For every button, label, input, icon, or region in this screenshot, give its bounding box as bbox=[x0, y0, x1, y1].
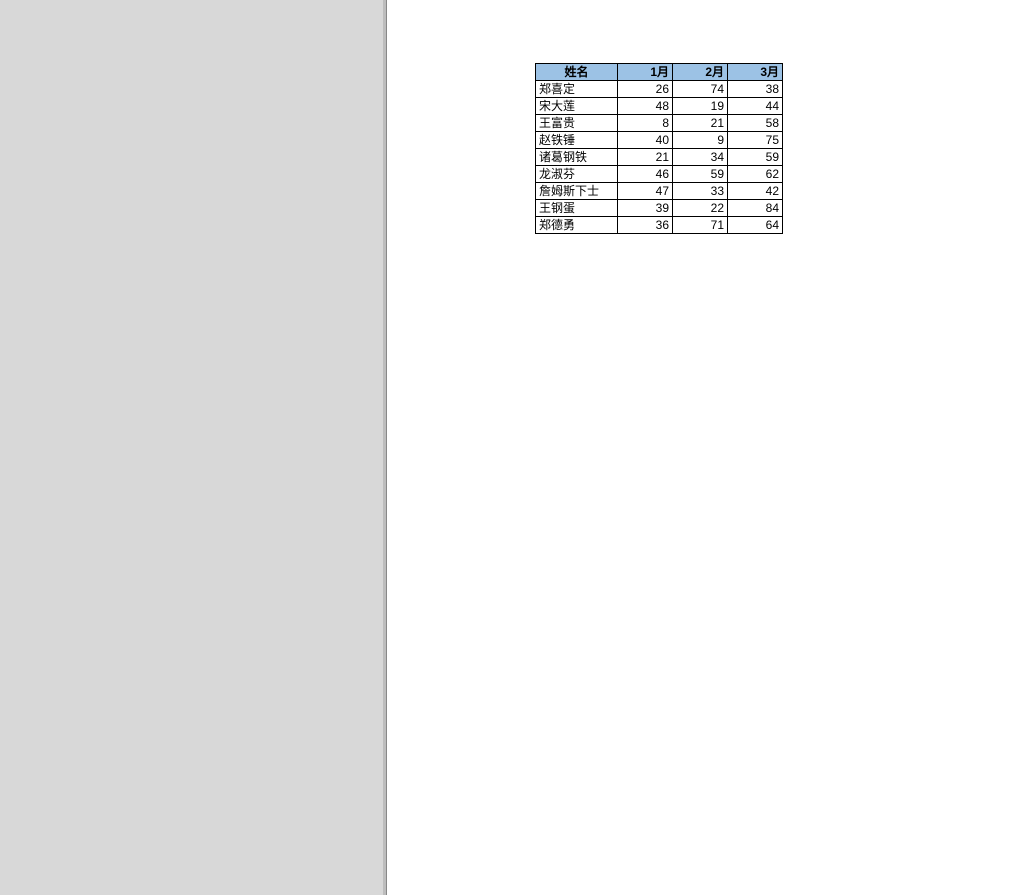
table-row: 郑德勇367164 bbox=[536, 217, 783, 234]
table-row: 詹姆斯下士473342 bbox=[536, 183, 783, 200]
cell-month-1: 39 bbox=[618, 200, 673, 217]
table-row: 王富贵82158 bbox=[536, 115, 783, 132]
cell-month-1: 26 bbox=[618, 81, 673, 98]
cell-name: 赵铁锤 bbox=[536, 132, 618, 149]
document-page: 姓名 1月 2月 3月 郑喜定267438宋大莲481944王富贵82158赵铁… bbox=[386, 0, 1021, 895]
cell-month-3: 38 bbox=[728, 81, 783, 98]
data-table-container: 姓名 1月 2月 3月 郑喜定267438宋大莲481944王富贵82158赵铁… bbox=[535, 63, 783, 234]
cell-month-3: 84 bbox=[728, 200, 783, 217]
cell-month-1: 47 bbox=[618, 183, 673, 200]
cell-month-1: 48 bbox=[618, 98, 673, 115]
data-table: 姓名 1月 2月 3月 郑喜定267438宋大莲481944王富贵82158赵铁… bbox=[535, 63, 783, 234]
cell-month-3: 64 bbox=[728, 217, 783, 234]
cell-month-3: 44 bbox=[728, 98, 783, 115]
cell-name: 龙淑芬 bbox=[536, 166, 618, 183]
cell-month-2: 74 bbox=[673, 81, 728, 98]
cell-month-2: 33 bbox=[673, 183, 728, 200]
table-row: 诸葛钢铁213459 bbox=[536, 149, 783, 166]
cell-month-2: 21 bbox=[673, 115, 728, 132]
cell-month-3: 58 bbox=[728, 115, 783, 132]
cell-month-1: 40 bbox=[618, 132, 673, 149]
table-row: 郑喜定267438 bbox=[536, 81, 783, 98]
header-name: 姓名 bbox=[536, 64, 618, 81]
cell-month-2: 59 bbox=[673, 166, 728, 183]
cell-month-1: 46 bbox=[618, 166, 673, 183]
cell-month-2: 19 bbox=[673, 98, 728, 115]
cell-month-1: 21 bbox=[618, 149, 673, 166]
cell-name: 王钢蛋 bbox=[536, 200, 618, 217]
cell-month-2: 22 bbox=[673, 200, 728, 217]
cell-month-1: 8 bbox=[618, 115, 673, 132]
cell-name: 郑德勇 bbox=[536, 217, 618, 234]
cell-month-2: 71 bbox=[673, 217, 728, 234]
table-row: 龙淑芬465962 bbox=[536, 166, 783, 183]
cell-month-3: 62 bbox=[728, 166, 783, 183]
cell-name: 王富贵 bbox=[536, 115, 618, 132]
header-month-2: 2月 bbox=[673, 64, 728, 81]
cell-month-3: 75 bbox=[728, 132, 783, 149]
cell-name: 詹姆斯下士 bbox=[536, 183, 618, 200]
cell-name: 诸葛钢铁 bbox=[536, 149, 618, 166]
table-row: 宋大莲481944 bbox=[536, 98, 783, 115]
table-row: 赵铁锤40975 bbox=[536, 132, 783, 149]
cell-month-3: 59 bbox=[728, 149, 783, 166]
cell-month-2: 34 bbox=[673, 149, 728, 166]
header-month-3: 3月 bbox=[728, 64, 783, 81]
cell-month-3: 42 bbox=[728, 183, 783, 200]
cell-month-1: 36 bbox=[618, 217, 673, 234]
table-row: 王钢蛋392284 bbox=[536, 200, 783, 217]
table-header-row: 姓名 1月 2月 3月 bbox=[536, 64, 783, 81]
cell-name: 郑喜定 bbox=[536, 81, 618, 98]
cell-month-2: 9 bbox=[673, 132, 728, 149]
cell-name: 宋大莲 bbox=[536, 98, 618, 115]
header-month-1: 1月 bbox=[618, 64, 673, 81]
